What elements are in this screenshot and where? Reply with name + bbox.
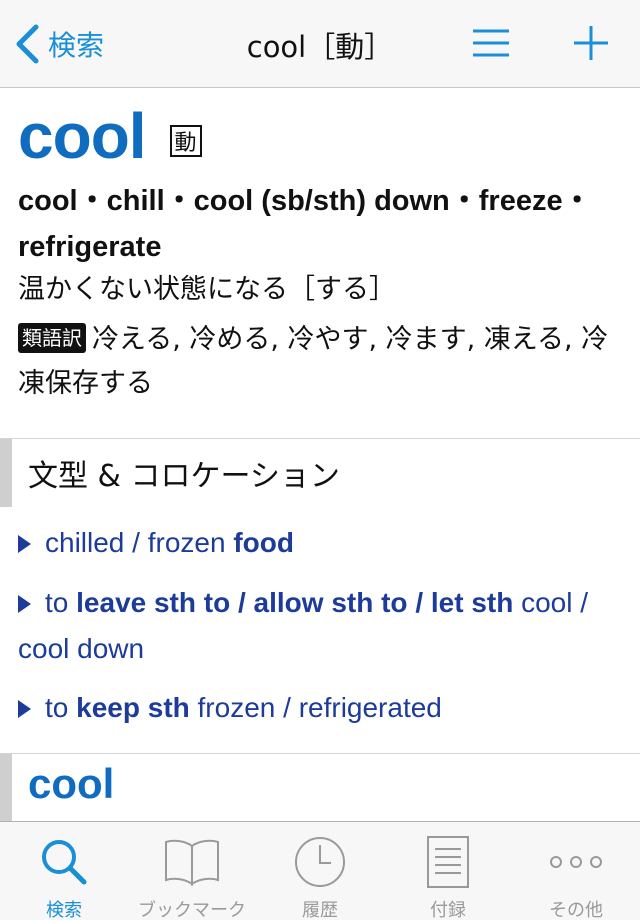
chevron-left-icon (16, 24, 39, 64)
collocation-keyword: leave sth to / allow sth to / let sth (76, 587, 514, 618)
clock-icon (295, 837, 345, 887)
collocation-fragment: frozen / refrigerated (189, 692, 442, 723)
collocation-fragment: to (45, 587, 77, 618)
collocation-keyword: food (233, 527, 294, 558)
navigation-bar: 検索 cool［動］ (0, 0, 640, 88)
tab-bookmark[interactable]: ブックマーク (128, 822, 256, 921)
menu-icon (473, 29, 509, 57)
tab-search[interactable]: 検索 (0, 822, 128, 921)
collocation-section-header: 文型 & コロケーション (0, 439, 640, 507)
collocation-item[interactable]: to keep sth frozen / refrigerated (18, 685, 628, 731)
tab-label: 検索 (46, 900, 82, 921)
section-marker (0, 439, 12, 507)
sense-definition: 温かくない状態になる［する］ (18, 274, 396, 305)
back-label: 検索 (48, 29, 105, 62)
tab-more[interactable]: その他 (512, 822, 640, 921)
collocation-item[interactable]: to leave sth to / allow sth to / let sth… (18, 580, 628, 672)
tab-history[interactable]: 履歴 (256, 822, 384, 921)
tab-label: 付録 (430, 900, 466, 921)
search-icon (42, 840, 87, 885)
menu-button[interactable] (469, 22, 513, 66)
synonym-list: cool・chill・cool (sb/sth) down・freeze・ref… (18, 185, 592, 263)
part-of-speech-badge: 動 (169, 125, 202, 157)
back-button[interactable]: 検索 (14, 22, 104, 66)
translation-text: 冷える, 冷める, 冷やす, 冷ます, 凍える, 冷凍保存する (18, 324, 609, 399)
section-marker (0, 754, 12, 821)
triangle-bullet-icon (18, 700, 31, 718)
next-entry-header[interactable]: cool (0, 754, 640, 821)
tab-label: 履歴 (302, 900, 338, 921)
next-entry-headword: cool (28, 760, 115, 807)
tab-label: ブックマーク (138, 900, 246, 921)
headword: cool (18, 100, 147, 172)
triangle-bullet-icon (18, 595, 31, 613)
add-button[interactable] (569, 22, 613, 66)
tab-appendix[interactable]: 付録 (384, 822, 512, 921)
page-title: cool［動］ (246, 30, 394, 64)
collocation-fragment: to (45, 692, 77, 723)
collocation-fragment: chilled / frozen (45, 527, 234, 558)
collocation-text: to keep sth frozen / refrigerated (45, 692, 442, 723)
tab-bar: 検索 ブックマーク 履歴 付録 その他 (0, 821, 640, 921)
book-icon (165, 839, 219, 886)
document-icon (427, 836, 469, 888)
collocation-item[interactable]: chilled / frozen food (18, 520, 628, 566)
collocation-text: chilled / frozen food (45, 527, 294, 558)
entry-content[interactable]: cool 動 cool・chill・cool (sb/sth) down・fre… (0, 88, 640, 821)
section-title: 文型 & コロケーション (28, 459, 340, 494)
triangle-bullet-icon (18, 535, 31, 553)
plus-icon (574, 26, 608, 60)
tab-label: その他 (549, 900, 603, 921)
headword-row: cool 動 (18, 96, 202, 176)
collocation-keyword: keep sth (76, 692, 190, 723)
collocation-text: to leave sth to / allow sth to / let sth… (18, 587, 588, 664)
translation-badge: 類語訳 (18, 323, 86, 353)
translation-block: 類語訳 冷える, 冷める, 冷やす, 冷ます, 凍える, 冷凍保存する (18, 318, 618, 406)
more-icon (550, 856, 602, 868)
